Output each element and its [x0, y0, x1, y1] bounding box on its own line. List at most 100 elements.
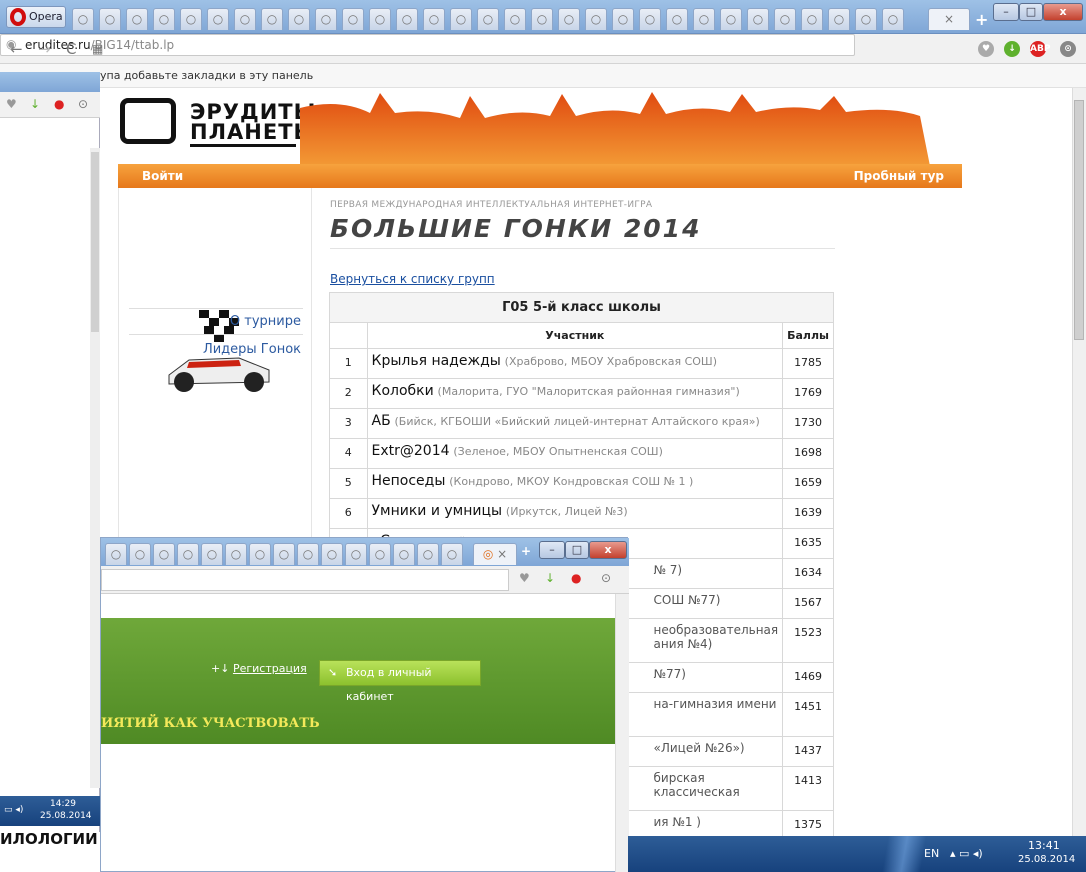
- download-icon[interactable]: ↓: [545, 571, 555, 585]
- green-header: +↓ Регистрация ➘ Вход в личный кабинет ИЯ…: [101, 618, 615, 744]
- browser-tab[interactable]: ○: [531, 8, 553, 30]
- browser-tab[interactable]: ○: [417, 543, 439, 565]
- browser-tab[interactable]: ○: [639, 8, 661, 30]
- browser-tab[interactable]: ○: [153, 8, 175, 30]
- browser-tab[interactable]: ○: [297, 543, 319, 565]
- browser-tab[interactable]: ○: [666, 8, 688, 30]
- row-number: 5: [329, 468, 368, 499]
- overlap-new-tab[interactable]: +: [521, 544, 531, 558]
- browser-tab[interactable]: ○: [477, 8, 499, 30]
- back-to-groups-link[interactable]: Вернуться к списку групп: [330, 272, 495, 286]
- heart-icon[interactable]: ♥: [978, 41, 994, 57]
- speed-dial-icon[interactable]: ▦: [92, 42, 103, 56]
- browser-tab[interactable]: ○: [207, 8, 229, 30]
- tab-close-icon[interactable]: ×: [944, 12, 954, 26]
- tray-icons[interactable]: ▴ ▭ ◂): [950, 847, 983, 860]
- browser-tab[interactable]: ○: [72, 8, 94, 30]
- reload-icon[interactable]: C: [66, 40, 76, 58]
- browser-tab[interactable]: ○: [321, 543, 343, 565]
- minimize-button[interactable]: –: [993, 3, 1019, 21]
- browser-tab[interactable]: ○: [288, 8, 310, 30]
- timer-icon[interactable]: ⊙: [78, 97, 88, 111]
- browser-tab[interactable]: ○: [99, 8, 121, 30]
- green-menu[interactable]: ИЯТИЙ КАК УЧАСТВОВАТЬ: [101, 716, 320, 731]
- browser-tab[interactable]: ○: [801, 8, 823, 30]
- maximize-button[interactable]: □: [1019, 3, 1043, 21]
- cabinet-button[interactable]: ➘ Вход в личный кабинет: [319, 660, 481, 703]
- browser-tab[interactable]: ○: [273, 543, 295, 565]
- browser-tab[interactable]: ○: [126, 8, 148, 30]
- browser-tab[interactable]: ○: [180, 8, 202, 30]
- browser-tab[interactable]: ○: [774, 8, 796, 30]
- browser-tab[interactable]: ○: [504, 8, 526, 30]
- timer-icon[interactable]: ⊙: [601, 571, 611, 585]
- browser-tab[interactable]: ○: [345, 543, 367, 565]
- score-cell: 1413: [782, 766, 834, 811]
- browser-tab[interactable]: ○: [315, 8, 337, 30]
- browser-tab[interactable]: ○: [396, 8, 418, 30]
- browser-tab[interactable]: ○: [342, 8, 364, 30]
- sidebar-item-leaders[interactable]: Лидеры Гонок: [203, 342, 301, 357]
- download-icon[interactable]: ↓: [30, 97, 40, 111]
- login-link[interactable]: Войти: [142, 164, 183, 188]
- sidebar-item-about[interactable]: О турнире: [230, 314, 301, 329]
- browser-tab[interactable]: ○: [585, 8, 607, 30]
- browser-tab[interactable]: ○: [423, 8, 445, 30]
- network-icon[interactable]: ▭ ◂): [4, 805, 23, 815]
- browser-tab[interactable]: ○: [225, 543, 247, 565]
- adblock-icon[interactable]: ●: [571, 571, 581, 585]
- download-icon[interactable]: ↓: [1004, 41, 1020, 57]
- heart-icon[interactable]: ♥: [6, 97, 17, 111]
- left-scrollbar-thumb[interactable]: [91, 152, 99, 332]
- browser-tab[interactable]: ○: [882, 8, 904, 30]
- browser-tab[interactable]: ○: [249, 543, 271, 565]
- browser-tab[interactable]: ○: [153, 543, 175, 565]
- browser-tab[interactable]: ○: [177, 543, 199, 565]
- overlap-minimize[interactable]: –: [539, 541, 565, 559]
- close-button[interactable]: x: [1043, 3, 1083, 21]
- browser-tab[interactable]: ○: [441, 543, 463, 565]
- browser-tab[interactable]: ○: [450, 8, 472, 30]
- score-cell: 1634: [782, 558, 834, 589]
- site-info-icon[interactable]: ◉: [6, 34, 16, 54]
- opera-menu-button[interactable]: Opera: [6, 6, 66, 28]
- trial-link[interactable]: Пробный тур: [854, 164, 944, 188]
- browser-tab[interactable]: ○: [261, 8, 283, 30]
- browser-tab[interactable]: ○: [747, 8, 769, 30]
- browser-tab[interactable]: ○: [828, 8, 850, 30]
- browser-tab[interactable]: ○: [369, 543, 391, 565]
- register-link[interactable]: +↓ Регистрация: [211, 662, 307, 675]
- row-number: 6: [329, 498, 368, 529]
- overlap-active-tab[interactable]: ◎ ×: [473, 543, 517, 565]
- browser-tab[interactable]: ○: [855, 8, 877, 30]
- browser-tab[interactable]: ○: [369, 8, 391, 30]
- top-orange-bar: Войти Пробный тур: [118, 164, 962, 188]
- site-logo[interactable]: ЭРУДИТЫ ПЛАНЕТЫ: [190, 102, 316, 143]
- tab-active[interactable]: ×: [928, 8, 970, 30]
- browser-tab[interactable]: ○: [129, 543, 151, 565]
- browser-tab[interactable]: ○: [105, 543, 127, 565]
- language-indicator[interactable]: EN: [924, 847, 939, 860]
- browser-tab[interactable]: ○: [612, 8, 634, 30]
- browser-tab[interactable]: ○: [558, 8, 580, 30]
- browser-tab[interactable]: ○: [393, 543, 415, 565]
- adblock-icon[interactable]: ABP: [1030, 41, 1050, 57]
- browser-tab[interactable]: ○: [720, 8, 742, 30]
- overlap-maximize[interactable]: □: [565, 541, 589, 559]
- overlap-url-field[interactable]: [101, 569, 509, 591]
- browser-tab[interactable]: ○: [693, 8, 715, 30]
- overlap-scrollbar[interactable]: [615, 594, 629, 872]
- heart-icon[interactable]: ♥: [519, 571, 530, 585]
- url-field[interactable]: ◉ erudites.ru/BIG14/ttab.lp: [0, 34, 855, 56]
- scrollbar-thumb[interactable]: [1074, 100, 1084, 340]
- timer-icon[interactable]: ⊙: [1060, 41, 1076, 57]
- adblock-icon[interactable]: ●: [54, 97, 64, 111]
- browser-tab[interactable]: ○: [201, 543, 223, 565]
- header-separator: [330, 248, 835, 249]
- new-tab-button[interactable]: +: [975, 10, 988, 29]
- overlap-close[interactable]: x: [589, 541, 627, 559]
- sidebar-separator: [129, 308, 303, 309]
- browser-tab[interactable]: ○: [234, 8, 256, 30]
- game-title: БОЛЬШИЕ ГОНКИ 2014: [330, 214, 702, 243]
- forward-icon[interactable]: →: [38, 40, 51, 58]
